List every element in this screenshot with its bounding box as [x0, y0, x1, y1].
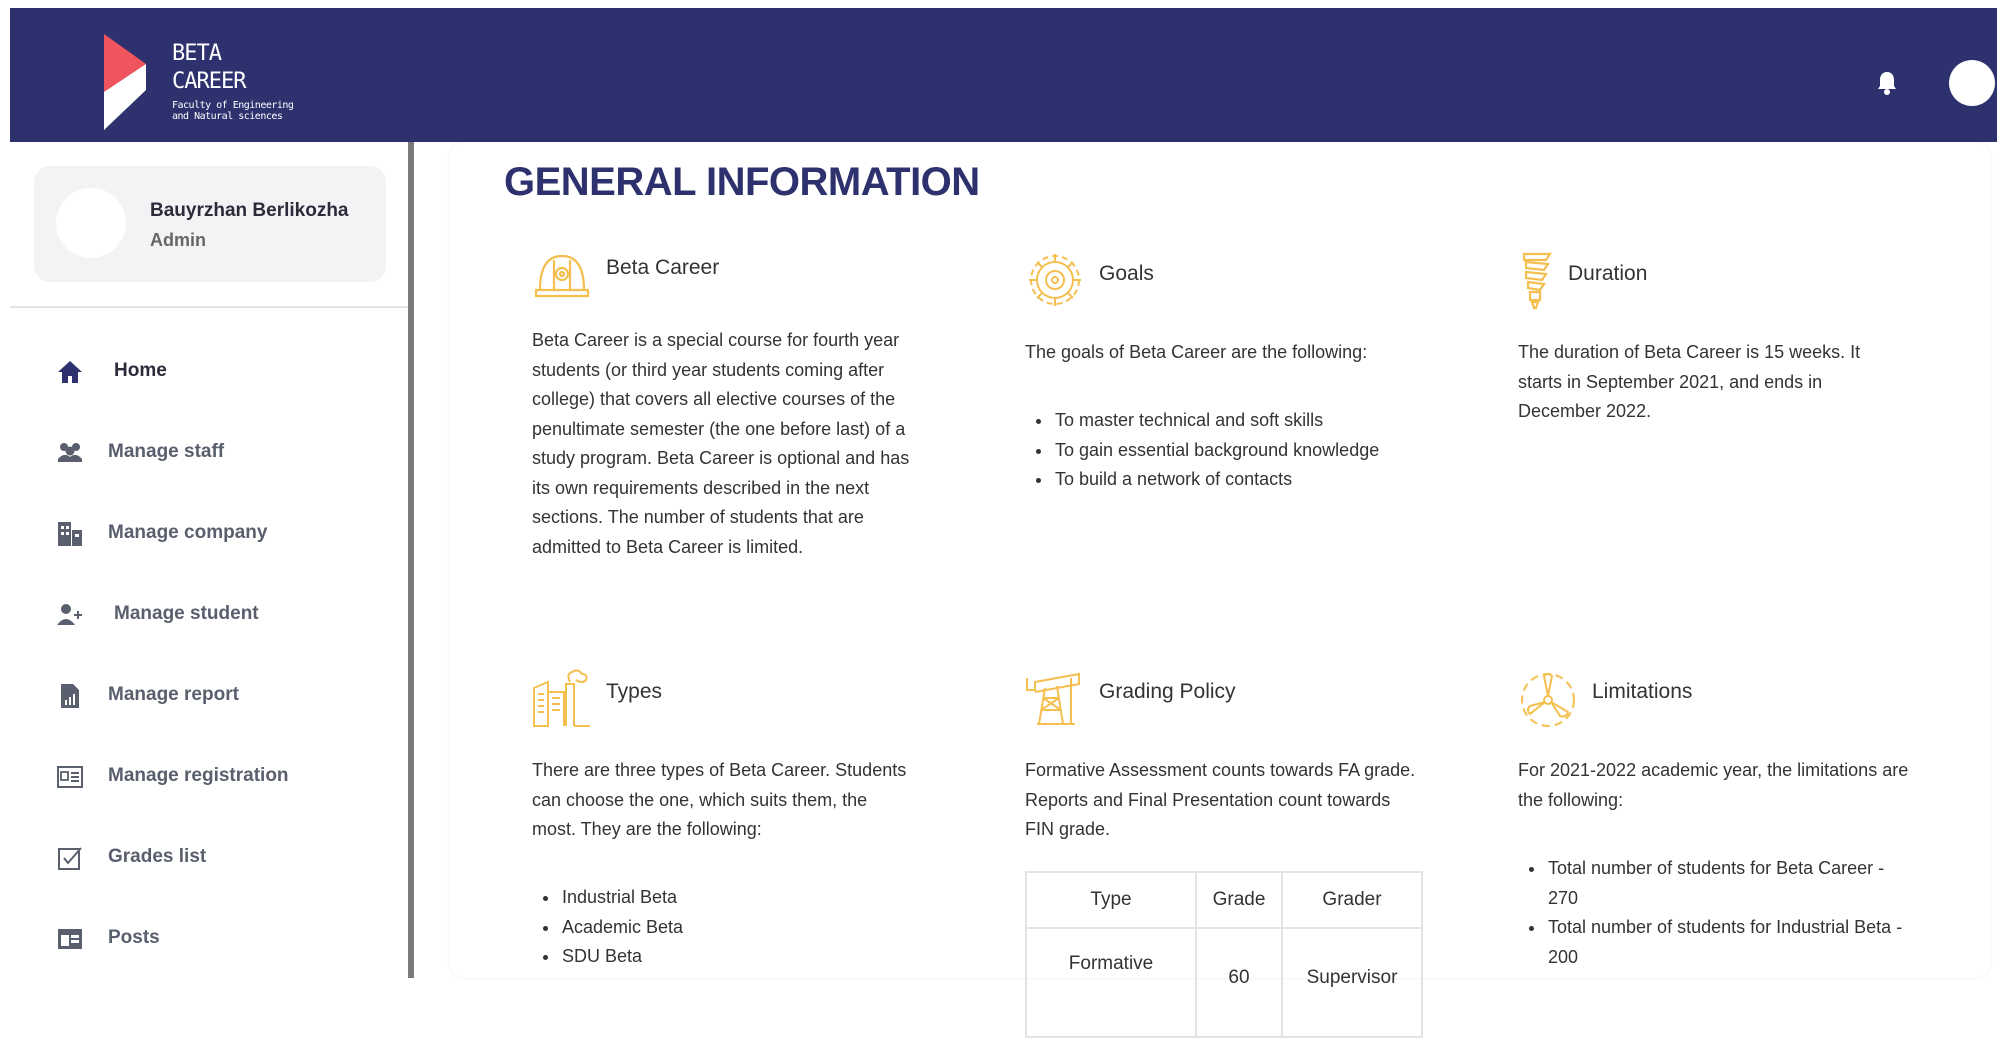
section-limitations: Limitations For 2021-2022 academic year,… — [1518, 668, 1918, 978]
table-header-grade: Grade — [1195, 871, 1283, 929]
grading-table: Type Grade Grader Formative 60 Superviso… — [1025, 871, 1423, 1038]
section-title: Beta Career — [606, 256, 720, 279]
section-title: Limitations — [1592, 680, 1693, 703]
list-item: Academic Beta — [560, 913, 950, 943]
logo-subtitle-2: and Natural sciences — [172, 111, 283, 122]
list-item: To build a network of contacts — [1053, 465, 1443, 495]
table-cell-type: Formative — [1025, 927, 1197, 1038]
registration-icon — [57, 766, 83, 788]
sidebar-item-label: Manage company — [108, 522, 268, 543]
profile-role: Admin — [150, 230, 206, 250]
section-grading-policy: Grading Policy Formative Assessment coun… — [1025, 668, 1425, 1038]
building-icon — [58, 522, 82, 546]
sidebar-item-label: Manage staff — [108, 441, 225, 462]
sidebar-item-label: Manage student — [114, 603, 259, 624]
sidebar-item-manage-company[interactable]: Manage company — [10, 504, 410, 564]
section-title: Types — [606, 680, 663, 703]
bell-icon[interactable] — [1875, 70, 1899, 96]
section-intro: The goals of Beta Career are the followi… — [1025, 342, 1368, 362]
section-intro: Formative Assessment counts towards FA g… — [1025, 760, 1416, 839]
profile-card[interactable]: Bauyrzhan Berlikozha Admin — [34, 166, 386, 282]
home-icon — [58, 361, 82, 383]
sidebar-item-manage-student[interactable]: Manage student — [10, 585, 410, 645]
limitations-list: Total number of students for Beta Career… — [1518, 854, 1916, 972]
user-plus-icon — [57, 604, 82, 625]
list-item: Industrial Beta — [560, 883, 950, 913]
page-title: GENERAL INFORMATION — [504, 160, 980, 204]
checkbox-icon — [58, 847, 82, 870]
profile-name: Bauyrzhan Berlikozha — [150, 200, 349, 221]
table-cell-grader: Supervisor — [1281, 927, 1423, 1038]
sidebar-item-label: Grades list — [108, 846, 207, 867]
sidebar-item-home[interactable]: Home — [10, 342, 410, 402]
sidebar-item-manage-registration[interactable]: Manage registration — [10, 747, 410, 807]
section-beta-career: Beta Career Beta Career is a special cou… — [532, 244, 932, 594]
section-goals: Goals The goals of Beta Career are the f… — [1025, 250, 1425, 550]
sidebar-item-manage-staff[interactable]: Manage staff — [10, 423, 410, 483]
logo-line-beta: BETA — [172, 41, 222, 66]
section-types: Types There are three types of Beta Care… — [532, 668, 932, 978]
oil-pump-icon — [1026, 672, 1080, 725]
user-avatar-button[interactable] — [1949, 60, 1995, 106]
list-item: To master technical and soft skills — [1053, 406, 1443, 436]
gear-icon — [1029, 254, 1081, 306]
avatar — [56, 188, 126, 258]
table-header-grader: Grader — [1281, 871, 1423, 929]
types-list: Industrial Beta Academic Beta SDU Beta — [532, 883, 950, 972]
section-intro: For 2021-2022 academic year, the limitat… — [1518, 760, 1909, 810]
section-title: Grading Policy — [1099, 680, 1236, 703]
logo-subtitle-1: Faculty of Engineering — [172, 100, 294, 111]
wind-turbine-icon — [1521, 673, 1575, 727]
sidebar-item-label: Home — [114, 360, 167, 381]
section-intro: There are three types of Beta Career. St… — [532, 760, 907, 839]
section-duration: Duration The duration of Beta Career is … — [1518, 250, 1918, 450]
sidebar-item-manage-report[interactable]: Manage report — [10, 666, 410, 726]
list-item: Total number of students for Industrial … — [1546, 913, 1916, 972]
section-title: Duration — [1568, 262, 1648, 285]
table-header-type: Type — [1025, 871, 1197, 929]
posts-icon — [58, 929, 82, 949]
factory-icon — [533, 669, 590, 727]
logo-line-career: CAREER — [172, 69, 246, 94]
section-title: Goals — [1099, 262, 1154, 285]
goals-list: To master technical and soft skills To g… — [1025, 406, 1443, 495]
logo-mark-icon — [104, 34, 146, 130]
logo-text: BETA CAREER Faculty of Engineering and N… — [172, 40, 294, 122]
sidebar-item-label: Manage registration — [108, 765, 289, 786]
table-cell-grade: 60 — [1195, 927, 1283, 1038]
table-header-row: Type Grade Grader — [1025, 871, 1423, 929]
top-bar: BETA CAREER Faculty of Engineering and N… — [10, 8, 1997, 142]
list-item: To gain essential background knowledge — [1053, 436, 1443, 466]
section-body: Beta Career is a special course for four… — [532, 330, 910, 557]
table-row: Formative 60 Supervisor — [1025, 927, 1423, 1038]
section-body: The duration of Beta Career is 15 weeks.… — [1518, 342, 1861, 421]
sidebar-item-label: Posts — [108, 927, 160, 948]
users-icon — [58, 443, 82, 462]
beta-career-logo[interactable]: BETA CAREER Faculty of Engineering and N… — [102, 26, 322, 136]
sidebar-border — [408, 142, 414, 978]
helmet-icon — [534, 254, 590, 298]
list-item: Total number of students for Beta Career… — [1546, 854, 1916, 913]
sidebar-item-posts[interactable]: Posts — [10, 909, 410, 969]
report-icon — [61, 684, 79, 708]
sidebar: Bauyrzhan Berlikozha Admin Home Manage s… — [10, 142, 410, 978]
sidebar-divider — [10, 306, 410, 308]
sidebar-item-label: Manage report — [108, 684, 239, 705]
sidebar-item-grades-list[interactable]: Grades list — [10, 828, 410, 888]
list-item: SDU Beta — [560, 942, 950, 972]
